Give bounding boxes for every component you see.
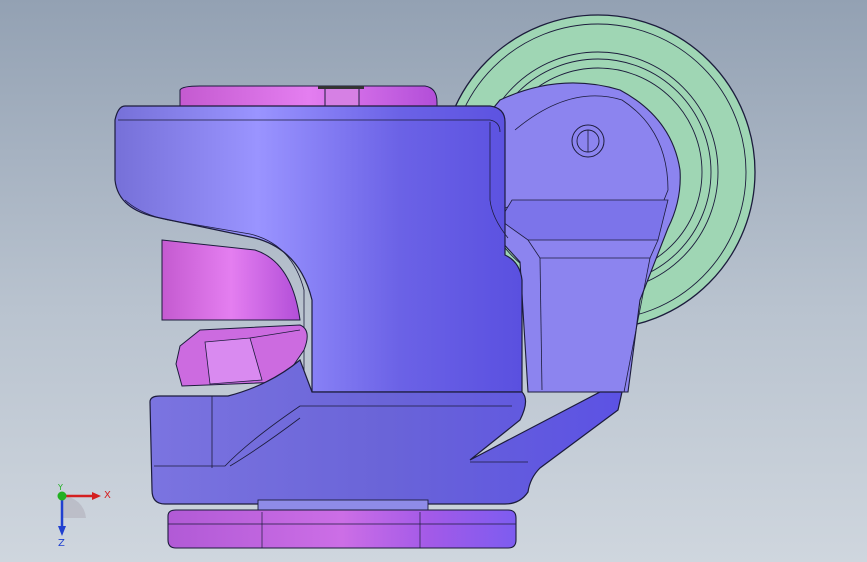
z-axis-label: Z [58, 538, 65, 548]
y-axis-label: Y [57, 484, 63, 492]
y-axis-dot [57, 491, 67, 501]
caster-model[interactable] [0, 0, 867, 562]
axis-triad: X Y Z [57, 484, 111, 548]
z-axis-arrow [58, 526, 66, 536]
slot-insert [161, 239, 301, 321]
x-axis-label: X [104, 490, 111, 501]
triad-plane [62, 495, 86, 518]
base-pad [167, 499, 517, 549]
3d-viewport[interactable]: X Y Z [0, 0, 867, 562]
x-axis-arrow [92, 492, 101, 500]
